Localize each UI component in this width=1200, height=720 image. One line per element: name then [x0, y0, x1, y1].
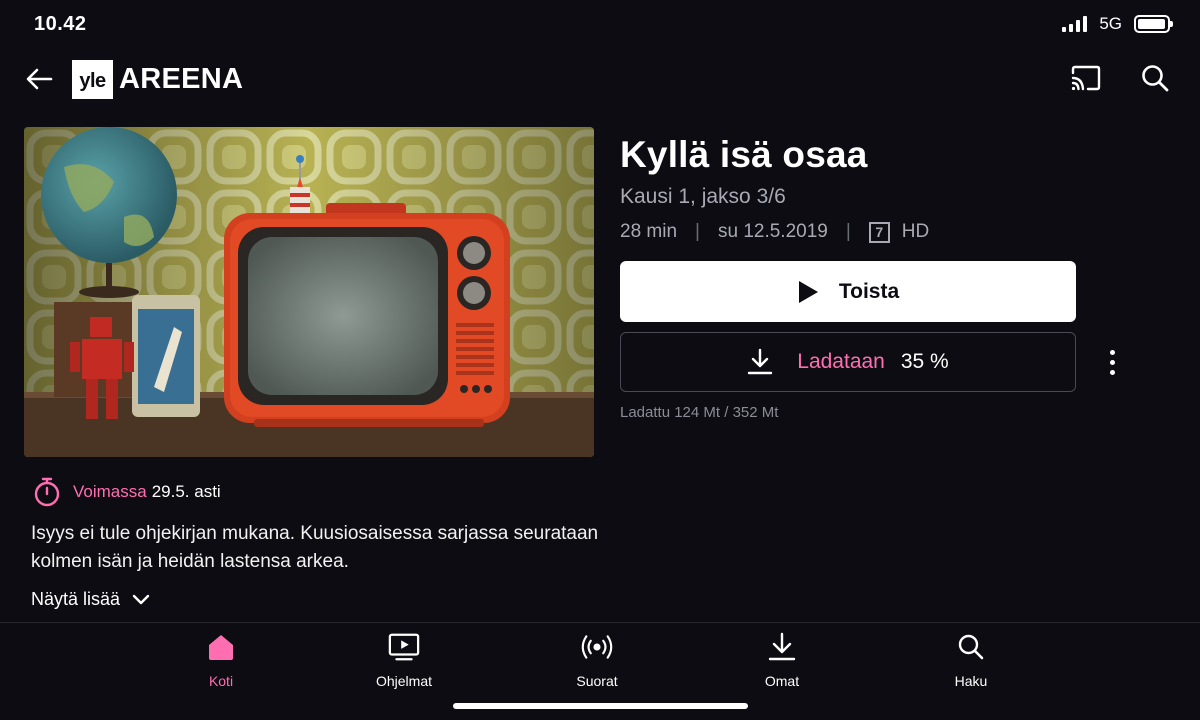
logo-text: AREENA: [119, 63, 244, 95]
show-more-label: Näytä lisää: [31, 589, 121, 609]
status-time: 10.42: [34, 13, 87, 35]
download-status-label: Ladataan: [797, 350, 885, 373]
air-date: su 12.5.2019: [717, 221, 828, 242]
play-icon: [798, 280, 818, 303]
download-button[interactable]: Ladataan 35 %: [620, 332, 1076, 392]
battery-icon: [1134, 15, 1173, 33]
nav-label: Ohjelmat: [375, 673, 433, 689]
show-more-button[interactable]: Näytä lisää: [31, 589, 150, 610]
stopwatch-icon: [34, 477, 60, 507]
kebab-dot: [1109, 359, 1115, 365]
live-broadcast-icon: [581, 635, 613, 659]
download-icon: [748, 348, 773, 375]
nav-label: Suorat: [576, 673, 618, 689]
program-meta: 28 min | su 12.5.2019 | 7 HD: [620, 221, 929, 243]
program-title: Kyllä isä osaa: [620, 134, 868, 175]
retro-tv-image: [24, 127, 594, 457]
nav-item-haku[interactable]: Haku: [911, 631, 1031, 689]
program-description: Isyys ei tule ohjekirjan mukana. Kuusios…: [31, 523, 599, 572]
cast-button[interactable]: [1068, 62, 1104, 96]
nav-item-koti[interactable]: Koti: [161, 631, 281, 689]
status-indicators: 5G: [1062, 14, 1173, 34]
network-type: 5G: [1099, 14, 1122, 33]
home-indicator[interactable]: [453, 703, 748, 709]
duration: 28 min: [620, 221, 678, 242]
cast-icon: [1071, 65, 1101, 91]
nav-item-omat[interactable]: Omat: [722, 631, 842, 689]
episode-info: Kausi 1, jakso 3/6: [620, 185, 786, 208]
search-icon: [1142, 65, 1169, 92]
kebab-dot: [1109, 349, 1115, 355]
availability: Voimassa 29.5. asti: [33, 477, 221, 507]
yle-areena-logo[interactable]: yle AREENA: [72, 60, 243, 99]
search-button[interactable]: [1138, 61, 1172, 95]
play-label: Toista: [838, 279, 900, 303]
availability-label: Voimassa: [73, 482, 147, 501]
age-rating-badge: 7: [868, 221, 890, 243]
nav-item-suorat[interactable]: Suorat: [537, 631, 657, 689]
program-thumbnail[interactable]: [24, 127, 594, 457]
home-icon: [209, 635, 233, 660]
nav-label: Haku: [954, 673, 988, 689]
quality-label: HD: [901, 221, 930, 242]
kebab-dot: [1109, 369, 1115, 375]
meta-separator: |: [845, 221, 851, 242]
availability-date: 29.5. asti: [151, 482, 221, 501]
download-icon: [768, 632, 796, 661]
download-progress-text: Ladattu 124 Mt / 352 Mt: [620, 404, 779, 421]
play-button[interactable]: Toista: [620, 261, 1076, 322]
nav-item-ohjelmat[interactable]: Ohjelmat: [344, 631, 464, 689]
nav-label: Omat: [764, 673, 800, 689]
download-percent: 35 %: [900, 350, 949, 373]
back-button[interactable]: [22, 62, 56, 96]
signal-icon: [1062, 16, 1088, 32]
more-options-button[interactable]: [1100, 344, 1124, 380]
logo-box: yle: [72, 60, 113, 99]
chevron-down-icon: [132, 594, 150, 604]
meta-separator: |: [695, 221, 700, 242]
tv-play-icon: [388, 633, 420, 661]
nav-label: Koti: [208, 673, 234, 689]
search-icon: [958, 634, 984, 660]
back-arrow-icon: [26, 68, 53, 90]
